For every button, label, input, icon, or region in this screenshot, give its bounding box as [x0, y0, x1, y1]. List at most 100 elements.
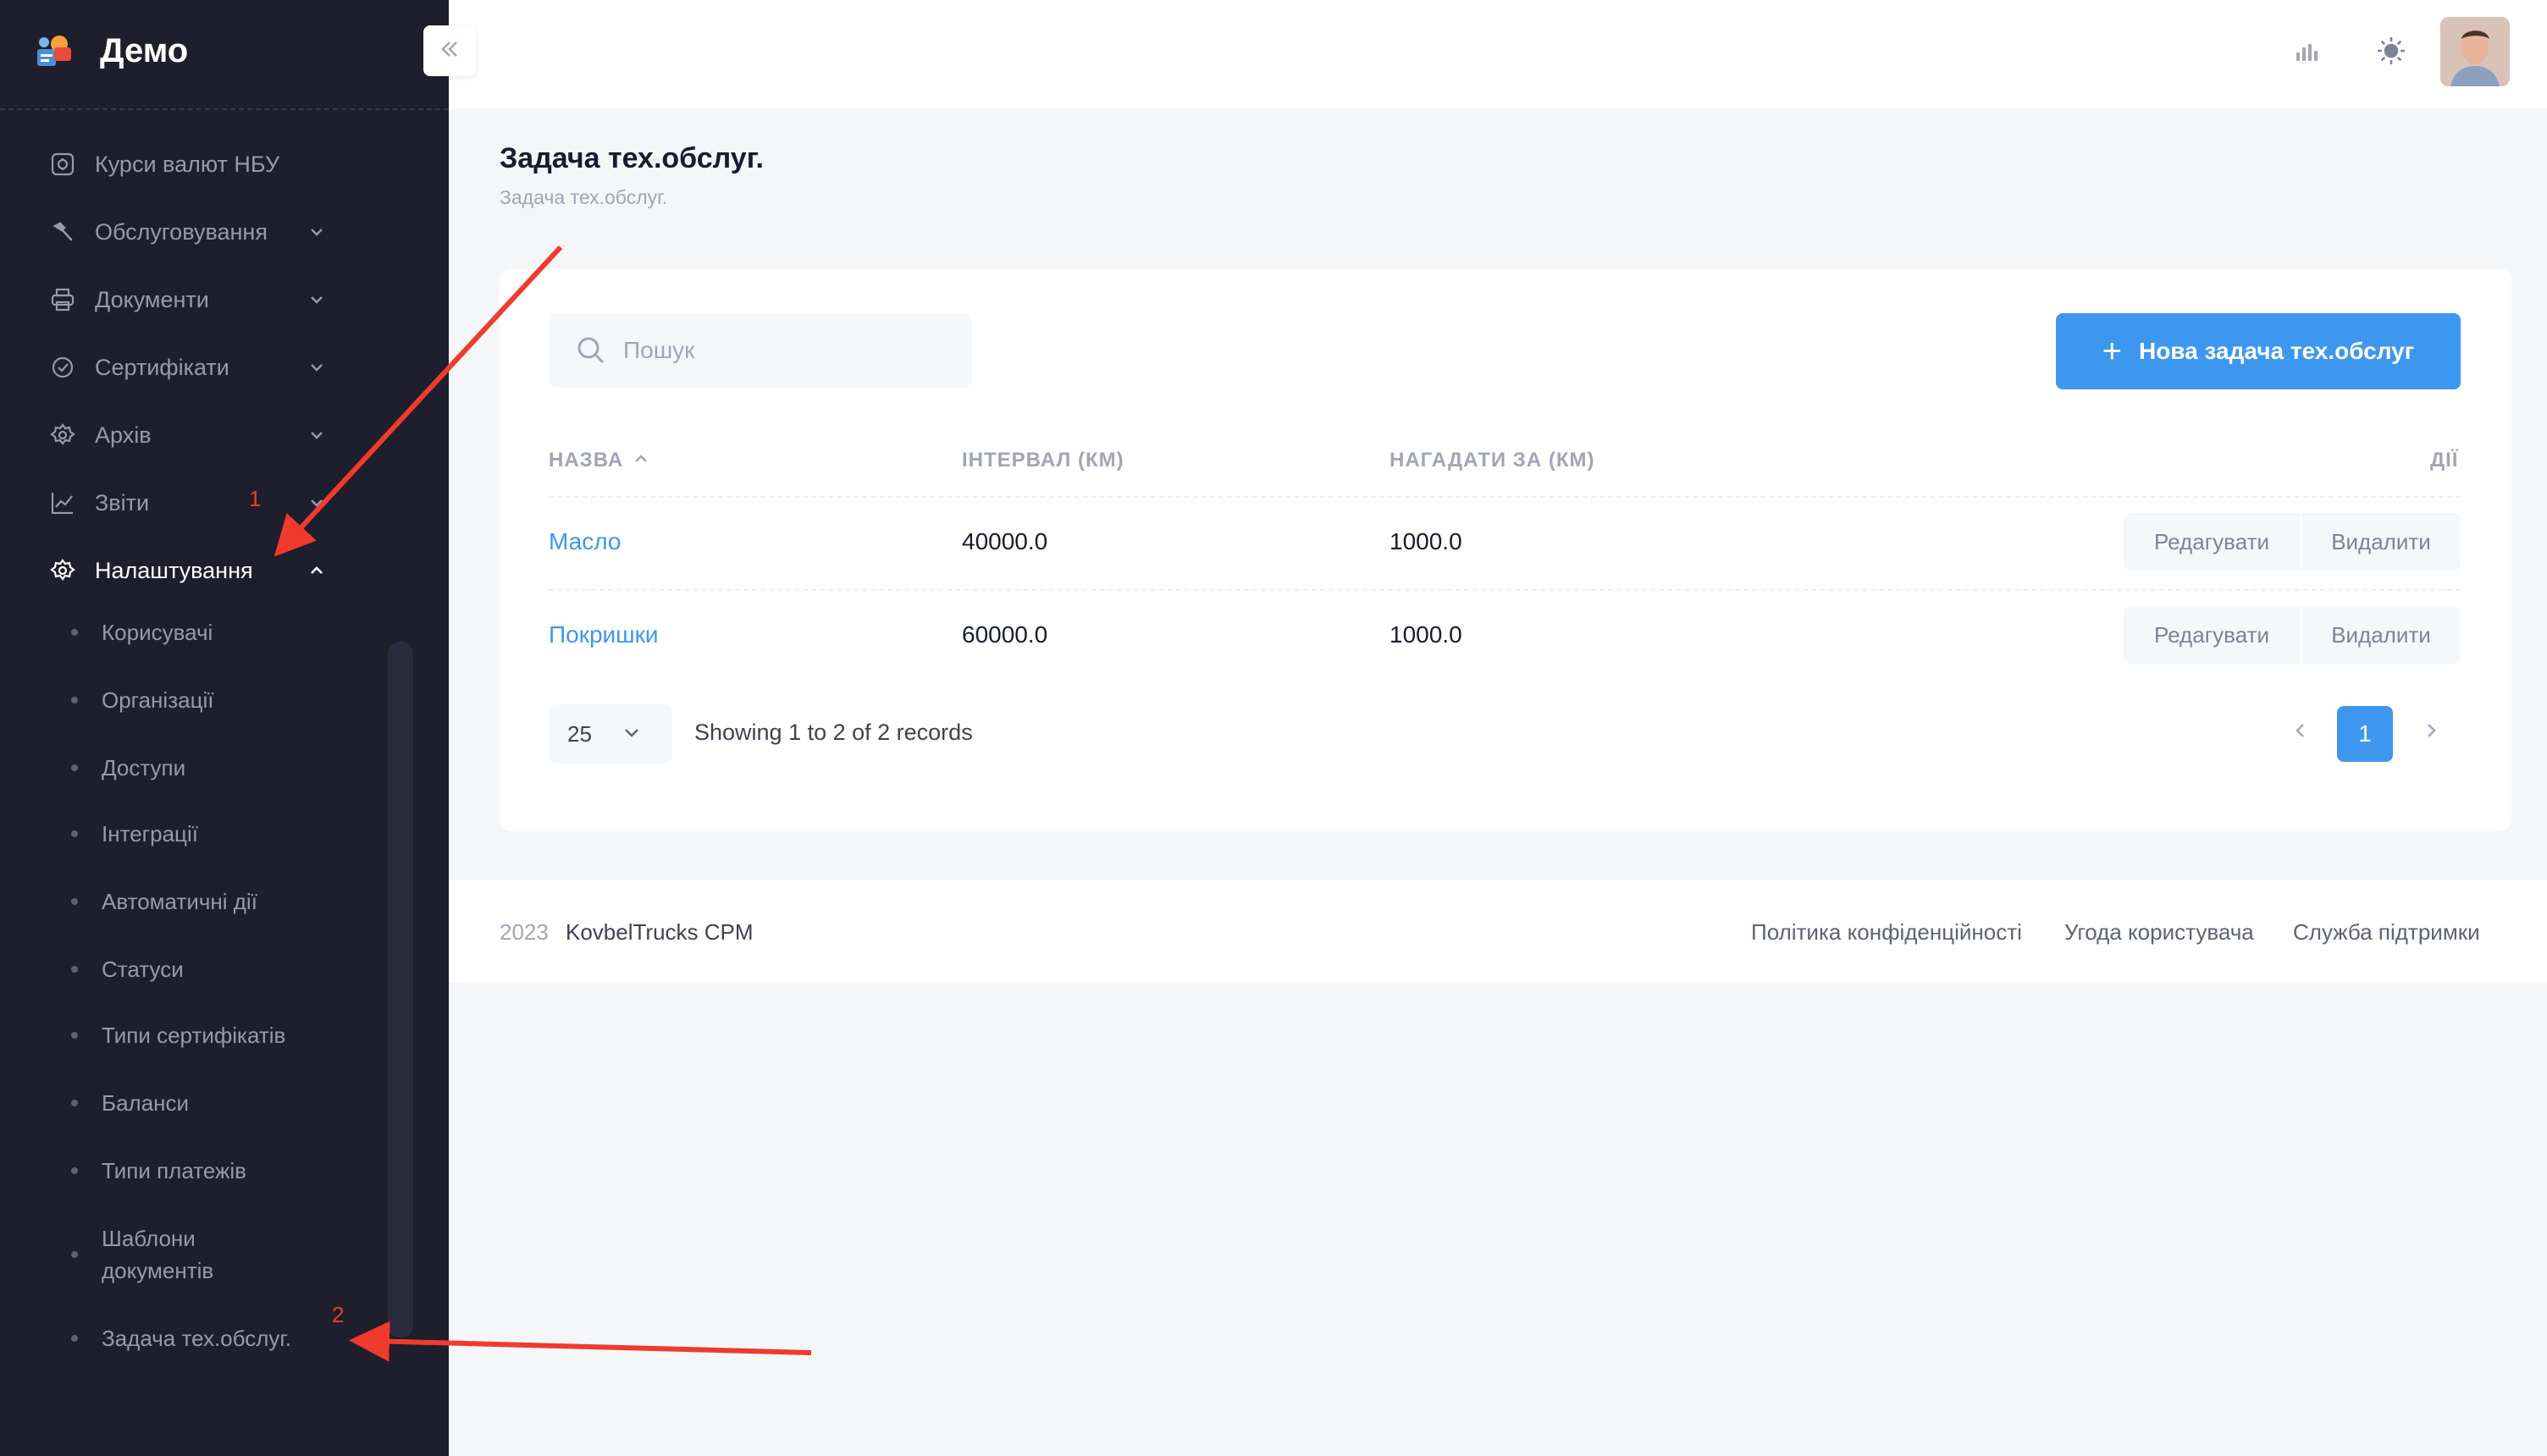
sidebar-item-service[interactable]: Обслуговування — [47, 208, 327, 256]
sidebar-item-certificates[interactable]: Сертифікати — [47, 344, 327, 391]
search-input[interactable] — [623, 337, 945, 364]
sidebar-item-archive[interactable]: Архів — [47, 411, 327, 459]
task-name-link[interactable]: Покришки — [549, 621, 659, 648]
delete-button[interactable]: Видалити — [2301, 606, 2461, 664]
bullet-icon — [71, 1167, 78, 1174]
footer-link-terms[interactable]: Угода користувача — [2064, 919, 2254, 946]
edit-button[interactable]: Редагувати — [2124, 606, 2300, 664]
annotation-label-1: 1 — [249, 486, 262, 511]
plus-icon: + — [2102, 333, 2122, 370]
bullet-icon — [71, 1100, 78, 1106]
sort-ascending-icon — [633, 449, 649, 472]
table-divider — [549, 589, 2461, 591]
gear-icon — [47, 420, 78, 450]
sidebar: Демо Курси валют НБУ Обслуговування Доку… — [0, 0, 449, 1456]
sidebar-subitem-label: Типи платежів — [102, 1158, 246, 1183]
breadcrumb: Задача тех.обслуг. — [500, 186, 668, 208]
delete-button[interactable]: Видалити — [2301, 513, 2461, 571]
records-info: Showing 1 to 2 of 2 records — [694, 720, 973, 745]
bullet-icon — [71, 697, 78, 703]
sidebar-scrollbar[interactable] — [388, 642, 413, 1337]
sidebar-subitem-label: Організації — [102, 687, 214, 713]
search-icon — [574, 334, 608, 367]
sidebar-subitem-label: Інтеграції — [102, 821, 198, 847]
column-header-actions: ДІЇ — [2430, 449, 2459, 472]
sidebar-item-currency[interactable]: Курси валют НБУ — [47, 141, 327, 188]
bullet-icon — [71, 898, 78, 905]
sidebar-item-documents[interactable]: Документи — [47, 276, 327, 323]
sidebar-item-label: Сертифікати — [95, 354, 229, 380]
sidebar-item-label: Документи — [95, 286, 209, 312]
new-maintenance-task-label: Нова задача тех.обслуг — [2138, 338, 2415, 364]
page-title: Задача тех.обслуг. — [500, 142, 764, 174]
sidebar-collapse-button[interactable] — [423, 25, 476, 76]
top-header — [449, 0, 2547, 108]
sidebar-subitem-maintenance-tasks[interactable]: Задача тех.обслуг. — [71, 1322, 376, 1354]
sidebar-subitem-automations[interactable]: Автоматичні дії — [71, 885, 376, 918]
column-header-remind[interactable]: НАГАДАТИ ЗА (КМ) — [1390, 449, 1594, 472]
next-page-button[interactable] — [2410, 711, 2452, 753]
stats-button[interactable] — [2279, 25, 2334, 80]
page-button-current[interactable]: 1 — [2337, 706, 2393, 762]
task-name-link[interactable]: Масло — [549, 528, 621, 555]
sidebar-item-label: Курси валют НБУ — [95, 151, 280, 177]
gear-icon — [47, 555, 78, 586]
brand-title: Демо — [100, 31, 189, 69]
sidebar-item-settings[interactable]: Налаштування — [47, 547, 327, 594]
sidebar-subitem-payment-types[interactable]: Типи платежів — [71, 1155, 376, 1187]
footer-brand-link[interactable]: KovbelTrucks CPM — [566, 919, 754, 946]
annotation-label-2: 2 — [332, 1302, 345, 1327]
sidebar-item-label: Налаштування — [95, 557, 253, 583]
theme-toggle-button[interactable] — [2364, 25, 2418, 80]
footer-link-privacy[interactable]: Політика конфіденційності — [1751, 919, 2022, 946]
sidebar-subitem-statuses[interactable]: Статуси — [71, 953, 376, 985]
sun-icon — [2374, 34, 2408, 72]
sidebar-item-reports[interactable]: Звіти — [47, 479, 327, 527]
task-interval: 40000.0 — [962, 528, 1048, 554]
task-remind: 1000.0 — [1390, 528, 1462, 554]
column-header-label: НАЗВА — [549, 449, 624, 472]
sidebar-subitem-doc-templates[interactable]: Шаблони документів — [71, 1222, 325, 1287]
sidebar-subitem-label: Шаблони документів — [102, 1226, 214, 1283]
bullet-icon — [71, 1251, 78, 1258]
bullet-icon — [71, 764, 78, 771]
task-interval: 60000.0 — [962, 621, 1048, 648]
brand-divider — [0, 108, 449, 110]
table-divider — [549, 496, 2461, 498]
sidebar-subitem-balances[interactable]: Баланси — [71, 1087, 376, 1119]
page-size-select[interactable]: 25 — [549, 704, 672, 764]
new-maintenance-task-button[interactable]: + Нова задача тех.обслуг — [2056, 313, 2461, 389]
sidebar-subitem-label: Баланси — [102, 1090, 190, 1116]
sidebar-subitem-organizations[interactable]: Організації — [71, 684, 376, 716]
column-header-name[interactable]: НАЗВА — [549, 449, 649, 472]
sidebar-subitem-users[interactable]: Корисувачі — [71, 616, 376, 648]
footer-link-support[interactable]: Служба підтримки — [2293, 919, 2480, 946]
page-size-value: 25 — [567, 720, 592, 747]
column-header-interval[interactable]: ІНТЕРВАЛ (КМ) — [962, 449, 1124, 472]
printer-icon — [47, 284, 78, 315]
sidebar-item-label: Звіти — [95, 489, 150, 516]
prev-page-button[interactable] — [2279, 711, 2322, 753]
chevron-down-icon — [307, 425, 327, 445]
bullet-icon — [71, 830, 78, 837]
chevron-down-icon — [307, 290, 327, 310]
sidebar-item-label: Обслуговування — [95, 218, 268, 245]
sidebar-subitem-label: Статуси — [102, 957, 184, 982]
edit-button[interactable]: Редагувати — [2124, 513, 2300, 571]
user-avatar[interactable] — [2440, 17, 2510, 86]
double-chevron-left-icon — [439, 38, 461, 64]
sidebar-item-label: Архів — [95, 422, 152, 448]
chevron-down-icon — [622, 721, 641, 747]
sidebar-subitem-label: Доступи — [102, 755, 186, 780]
chart-line-icon — [47, 488, 78, 518]
sidebar-subitem-certificate-types[interactable]: Типи сертифікатів — [71, 1019, 376, 1051]
footer-year: 2023 — [500, 919, 549, 945]
sidebar-subitem-integrations[interactable]: Інтеграції — [71, 818, 376, 850]
chevron-right-icon — [2422, 718, 2440, 747]
currency-icon — [47, 149, 78, 179]
chevron-left-icon — [2291, 718, 2310, 747]
sidebar-subitem-access[interactable]: Доступи — [71, 752, 376, 784]
search-field[interactable] — [549, 313, 972, 388]
brand[interactable]: Демо — [34, 17, 423, 85]
sidebar-subitem-label: Корисувачі — [102, 620, 213, 645]
